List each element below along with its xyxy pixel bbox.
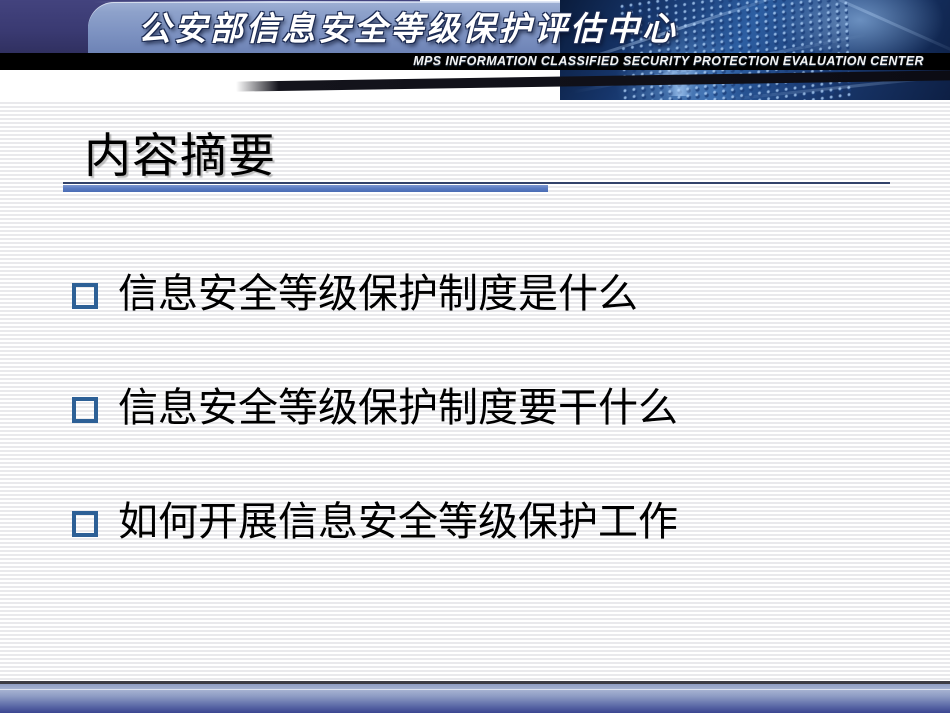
- hollow-square-bullet-icon: [72, 511, 98, 537]
- list-item: 如何开展信息安全等级保护工作: [72, 500, 912, 614]
- list-item: 信息安全等级保护制度是什么: [72, 272, 912, 386]
- list-item-label: 信息安全等级保护制度是什么: [118, 271, 638, 317]
- page-title: 内容摘要: [84, 129, 276, 184]
- slide-header-banner: 公安部信息安全等级保护评估中心 MPS INFORMATION CLASSIFI…: [0, 0, 950, 100]
- title-underline-thin: [63, 182, 890, 184]
- presentation-slide: 公安部信息安全等级保护评估中心 MPS INFORMATION CLASSIFI…: [0, 0, 950, 713]
- footer-accent-bar: [0, 684, 950, 713]
- hollow-square-bullet-icon: [72, 397, 98, 423]
- organization-name-english: MPS INFORMATION CLASSIFIED SECURITY PROT…: [413, 54, 924, 68]
- hollow-square-bullet-icon: [72, 283, 98, 309]
- title-underline-accent: [63, 185, 548, 192]
- list-item-label: 信息安全等级保护制度要干什么: [118, 385, 678, 431]
- list-item-label: 如何开展信息安全等级保护工作: [118, 499, 678, 545]
- list-item: 信息安全等级保护制度要干什么: [72, 386, 912, 500]
- organization-name-chinese: 公安部信息安全等级保护评估中心: [138, 9, 678, 48]
- content-bullet-list: 信息安全等级保护制度是什么 信息安全等级保护制度要干什么 如何开展信息安全等级保…: [72, 272, 912, 614]
